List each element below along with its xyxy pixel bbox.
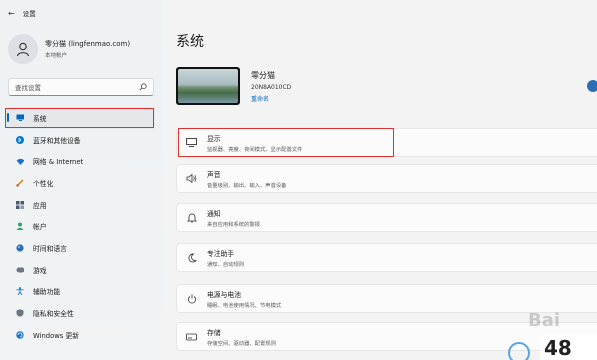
watermark-circle-icon [508, 342, 530, 360]
title-bar: ← 设置 [0, 0, 163, 26]
power-icon [186, 293, 197, 304]
avatar [8, 34, 38, 64]
device-model: 20N8A010CD [251, 84, 292, 91]
card-subtitle: 音量级别、输出、输入、声音设备 [207, 182, 287, 189]
sidebar-item-label: 时间和语言 [33, 244, 67, 253]
bluetooth-icon [16, 135, 24, 144]
card-subtitle: 监视器、亮度、夜间模式、显示配置文件 [207, 146, 303, 153]
card-title: 声音 [207, 170, 221, 179]
update-icon [16, 331, 24, 339]
person-avatar-icon [16, 42, 30, 57]
person-icon [16, 222, 24, 231]
sidebar: ← 设置 零分猫 (lingfenmao.com) 本地帐户 查找设置 系统 蓝… [0, 0, 163, 360]
window-title: 设置 [22, 10, 36, 18]
gamepad-icon [16, 266, 24, 274]
card-subtitle: 通知、自动规则 [207, 261, 245, 268]
sidebar-item-label: 蓝牙和其他设备 [33, 136, 81, 145]
rename-link[interactable]: 重命名 [251, 94, 291, 103]
card-title: 专注助手 [207, 249, 235, 258]
sidebar-item-system[interactable]: 系统 [6, 107, 155, 129]
watermark-text: Bai [528, 310, 561, 331]
moon-icon [186, 252, 197, 263]
wifi-icon [16, 157, 24, 165]
accessibility-icon [16, 287, 24, 296]
bell-icon [186, 212, 197, 223]
card-notifications[interactable]: 通知 来自应用和系统的警报 [176, 203, 597, 232]
sidebar-item-label: 帐户 [33, 223, 47, 232]
back-arrow-icon[interactable]: ← [8, 9, 15, 18]
main-content: 系统 零分猫 20N8A010CD 重命名 显示 监视器、亮度、夜间模式、显示配… [163, 0, 597, 360]
card-title: 显示 [207, 134, 221, 143]
sidebar-item-label: 辅助功能 [33, 288, 61, 297]
shield-icon [16, 309, 24, 317]
globe-icon [16, 244, 24, 252]
card-title: 电源与电池 [207, 290, 241, 299]
sidebar-item-label: 个性化 [33, 179, 54, 188]
card-subtitle: 睡眠、电池使用情况、节电模式 [207, 302, 282, 309]
card-display[interactable]: 显示 监视器、亮度、夜间模式、显示配置文件 [176, 128, 597, 157]
brush-icon [16, 179, 24, 187]
search-placeholder: 查找设置 [15, 84, 41, 92]
card-title: 通知 [207, 209, 221, 218]
search-input[interactable]: 查找设置 [8, 78, 154, 96]
device-name: 零分猫 [251, 71, 275, 80]
page-title: 系统 [176, 34, 204, 50]
card-focus-assist[interactable]: 专注助手 通知、自动规则 [176, 243, 597, 272]
sidebar-item-windows-update[interactable]: Windows 更新 [6, 324, 155, 346]
sidebar-item-accounts[interactable]: 帐户 [6, 215, 155, 237]
search-icon [139, 83, 147, 91]
card-sound[interactable]: 声音 音量级别、输出、输入、声音设备 [176, 164, 597, 193]
speaker-icon [186, 173, 197, 184]
sidebar-item-privacy[interactable]: 隐私和安全性 [6, 302, 155, 324]
sidebar-item-gaming[interactable]: 游戏 [6, 259, 155, 281]
sidebar-item-label: 系统 [33, 114, 47, 123]
sidebar-item-label: 游戏 [33, 266, 47, 275]
monitor-icon [186, 137, 197, 148]
card-subtitle: 来自应用和系统的警报 [207, 221, 260, 228]
onedrive-icon[interactable] [587, 80, 597, 92]
sidebar-item-label: Windows 更新 [33, 331, 80, 340]
card-subtitle: 存储空间、驱动器、配置规则 [207, 340, 276, 347]
device-thumbnail [176, 67, 240, 105]
sidebar-nav: 系统 蓝牙和其他设备 网络 & Internet 个性化 应用 帐户 时间和语言 [6, 107, 155, 346]
profile-name: 零分猫 (lingfenmao.com) [45, 40, 131, 48]
storage-icon [186, 331, 197, 342]
watermark-number: 48 [540, 334, 597, 360]
wallpaper-image [178, 69, 238, 103]
card-title: 存储 [207, 328, 221, 337]
sidebar-item-label: 网络 & Internet [33, 158, 84, 167]
sidebar-item-apps[interactable]: 应用 [6, 194, 155, 216]
sidebar-item-network[interactable]: 网络 & Internet [6, 150, 155, 172]
device-info: 零分猫 20N8A010CD 重命名 [251, 70, 291, 103]
display-icon [16, 114, 24, 122]
baidu-watermark: Bai 48 [508, 308, 597, 360]
sidebar-item-accessibility[interactable]: 辅助功能 [6, 281, 155, 303]
user-profile[interactable]: 零分猫 (lingfenmao.com) 本地帐户 [8, 34, 130, 64]
profile-account-type: 本地帐户 [45, 53, 68, 59]
sidebar-item-bluetooth[interactable]: 蓝牙和其他设备 [6, 129, 155, 151]
sidebar-item-time-language[interactable]: 时间和语言 [6, 237, 155, 259]
sidebar-item-label: 隐私和安全性 [33, 310, 74, 319]
sidebar-item-label: 应用 [33, 201, 47, 210]
apps-icon [16, 200, 24, 209]
sidebar-item-personalization[interactable]: 个性化 [6, 172, 155, 194]
